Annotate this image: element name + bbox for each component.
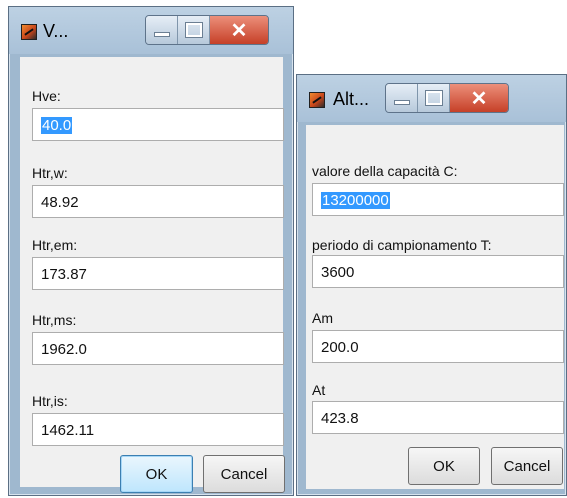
capacity-c-input[interactable]: 13200000: [312, 183, 564, 216]
cancel-button[interactable]: Cancel: [203, 455, 285, 493]
at-input[interactable]: 423.8: [312, 401, 564, 434]
minimize-icon: [393, 99, 410, 105]
capacity-c-label: valore della capacità C:: [312, 163, 458, 179]
dialog-2-body: valore della capacità C: 13200000 period…: [306, 125, 564, 489]
ok-button[interactable]: OK: [120, 455, 193, 493]
sampling-period-t-label: periodo di campionamento T:: [312, 237, 492, 253]
dialog-2-titlebar[interactable]: Alt... ✕: [297, 75, 566, 122]
dialog-1-window-controls: ✕: [145, 15, 269, 45]
dialog-2-window-controls: ✕: [385, 83, 509, 113]
am-value: 200.0: [321, 339, 359, 356]
htr-ms-label: Htr,ms:: [32, 312, 77, 328]
close-icon: ✕: [470, 87, 488, 110]
cancel-button[interactable]: Cancel: [491, 447, 563, 485]
htr-em-input[interactable]: 173.87: [32, 257, 284, 290]
sampling-period-t-value: 3600: [321, 264, 355, 281]
dialog-2-window: Alt... ✕ valore della capacità C: 132000…: [296, 74, 567, 496]
minimize-button[interactable]: [386, 84, 418, 112]
htr-em-label: Htr,em:: [32, 237, 78, 253]
htr-is-label: Htr,is:: [32, 393, 68, 409]
ok-button[interactable]: OK: [408, 447, 480, 485]
close-button[interactable]: ✕: [450, 84, 508, 112]
htr-ms-input[interactable]: 1962.0: [32, 332, 284, 365]
dialog-1-title: V...: [43, 21, 69, 41]
minimize-button[interactable]: [146, 16, 178, 44]
close-button[interactable]: ✕: [210, 16, 268, 44]
at-value: 423.8: [321, 410, 359, 427]
htr-ms-value: 1962.0: [41, 341, 87, 358]
hve-input[interactable]: 40.0: [32, 108, 284, 141]
dialog-1-body: Hve: 40.0 Htr,w: 48.92 Htr,em: 173.87 Ht…: [20, 57, 285, 493]
htr-w-value: 48.92: [41, 194, 79, 211]
matlab-app-icon: [309, 92, 325, 108]
maximize-button[interactable]: [418, 84, 450, 112]
htr-is-input[interactable]: 1462.11: [32, 413, 284, 446]
hve-value: 40.0: [41, 117, 73, 134]
dialog-1-titlebar[interactable]: V... ✕: [9, 7, 293, 54]
matlab-app-icon: [21, 24, 37, 40]
dialog-1-window: V... ✕ Hve: 40.0 Htr,w: 48.92 Htr,em: 17…: [8, 6, 294, 496]
htr-w-label: Htr,w:: [32, 165, 68, 181]
sampling-period-t-input[interactable]: 3600: [312, 255, 564, 288]
htr-w-input[interactable]: 48.92: [32, 185, 284, 218]
htr-em-value: 173.87: [41, 266, 87, 283]
hve-label: Hve:: [32, 88, 61, 104]
close-icon: ✕: [230, 19, 248, 42]
am-input[interactable]: 200.0: [312, 330, 564, 363]
maximize-icon: [185, 23, 202, 37]
htr-is-value: 1462.11: [41, 422, 95, 439]
maximize-icon: [425, 91, 442, 105]
at-label: At: [312, 382, 326, 398]
dialog-2-title: Alt...: [333, 89, 370, 109]
minimize-icon: [153, 31, 170, 37]
capacity-c-value: 13200000: [321, 192, 390, 209]
am-label: Am: [312, 310, 333, 326]
maximize-button[interactable]: [178, 16, 210, 44]
